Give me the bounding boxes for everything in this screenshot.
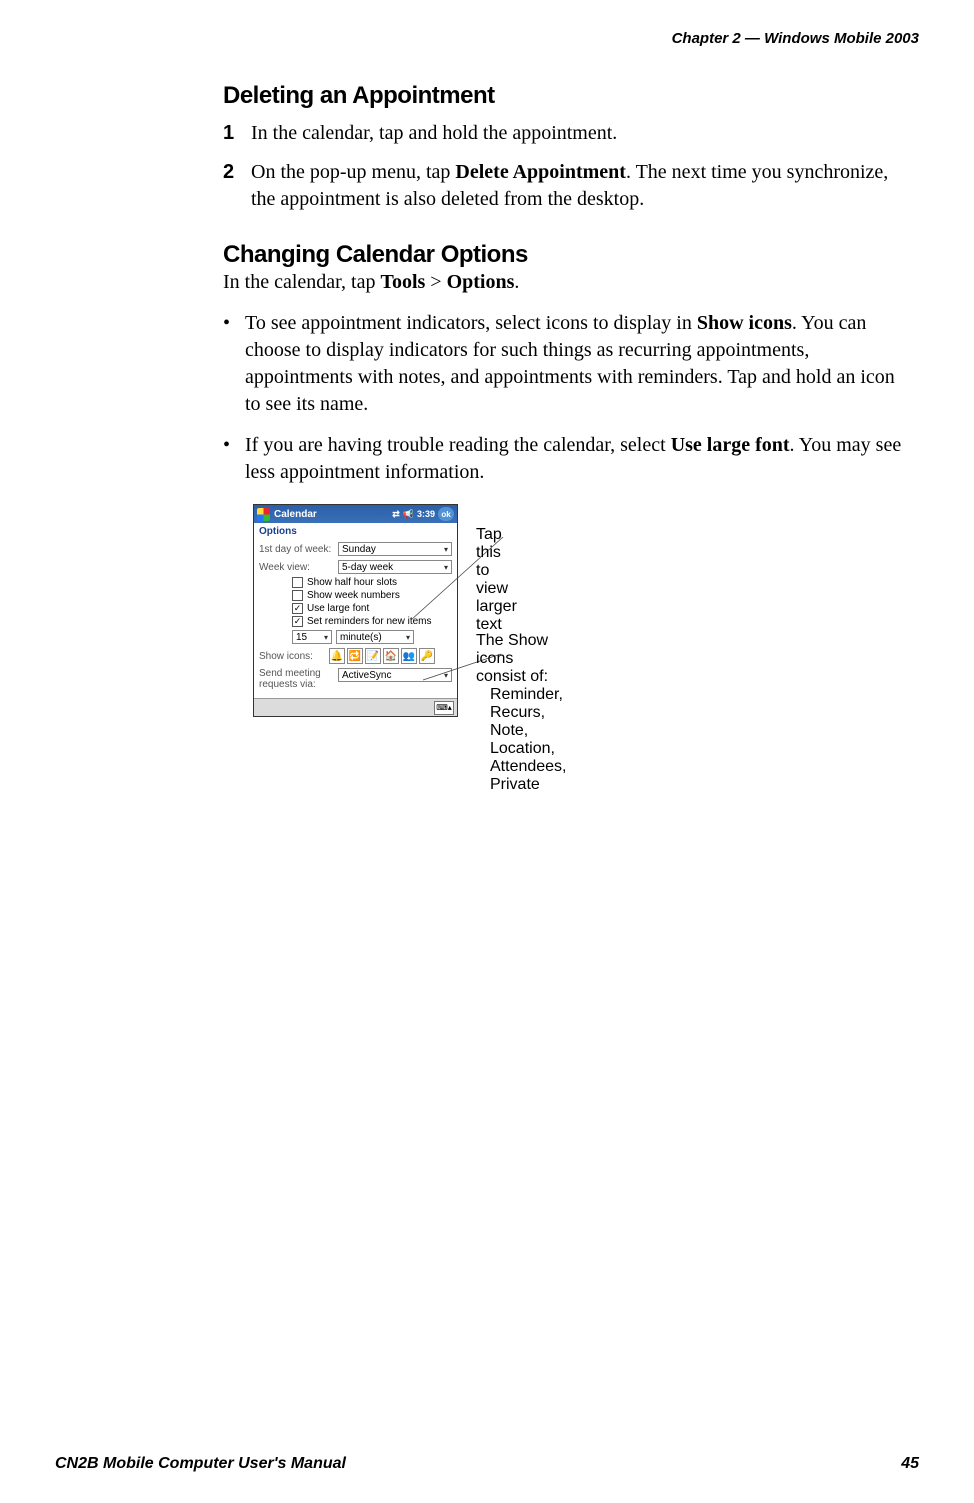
step-number: 1 [223,120,251,147]
main-content: Deleting an Appointment 1 In the calenda… [223,82,909,717]
private-icon[interactable]: 🔑 [419,648,435,664]
send-meeting-row: Send meeting requests via: ActiveSync [254,666,457,692]
footer-manual-title: CN2B Mobile Computer User's Manual [55,1455,346,1473]
text: To see appointment indicators, select ic… [245,312,697,334]
ok-button[interactable]: ok [438,507,454,521]
footer-page-number: 45 [901,1455,919,1473]
callout-line2: Reminder, Recurs, Note, Location, Attend… [490,686,567,794]
step-2: 2 On the pop-up menu, tap Delete Appoint… [223,159,909,213]
bold-term: Tools [380,271,425,293]
running-header: Chapter 2 — Windows Mobile 2003 [55,30,919,47]
callout-show-icons: The Show icons consist of: Reminder, Rec… [476,632,567,794]
callout-line1: The Show icons consist of: [476,632,567,686]
cb-large-font-row: Use large font [254,602,457,615]
text: > [425,271,446,293]
text: . [514,271,519,293]
callout-large-text: Tap this to view larger text [476,526,517,634]
send-meeting-label: Send meeting requests via: [259,668,334,690]
options-header: Options [254,523,457,540]
bullet-text: To see appointment indicators, select ic… [245,310,909,418]
week-view-label: Week view: [259,562,334,573]
reminder-icon[interactable]: 🔔 [329,648,345,664]
bullet-1: • To see appointment indicators, select … [223,310,909,418]
week-view-row: Week view: 5-day week [254,558,457,576]
device-screenshot: Calendar ⇄ 📢 3:39 ok Options 1st day of … [253,504,458,717]
bullet-marker: • [223,310,245,418]
clock[interactable]: 3:39 [417,509,435,519]
cb-label: Show half hour slots [307,577,397,588]
checkbox-week-numbers[interactable] [292,590,303,601]
first-day-dropdown[interactable]: Sunday [338,542,452,556]
cb-label: Show week numbers [307,590,400,601]
step-number: 2 [223,159,251,213]
checkbox-large-font[interactable] [292,603,303,614]
bullet-marker: • [223,432,245,486]
cb-reminders-row: Set reminders for new items [254,615,457,628]
first-day-label: 1st day of week: [259,544,334,555]
week-view-dropdown[interactable]: 5-day week [338,560,452,574]
checkbox-reminders[interactable] [292,616,303,627]
location-icon[interactable]: 🏠 [383,648,399,664]
start-icon[interactable] [257,508,270,521]
cb-label: Use large font [307,603,369,614]
connectivity-icon[interactable]: ⇄ [392,509,400,520]
checkbox-half-hour[interactable] [292,577,303,588]
figure: Calendar ⇄ 📢 3:39 ok Options 1st day of … [253,504,909,717]
send-meeting-dropdown[interactable]: ActiveSync [338,668,452,682]
note-icon[interactable]: 📝 [365,648,381,664]
text: In the calendar, tap [223,271,380,293]
show-icons-label: Show icons: [259,651,321,662]
system-tray: ⇄ 📢 3:39 ok [392,507,454,521]
bold-term: Use large font [671,434,790,456]
intro-line: In the calendar, tap Tools > Options. [223,269,909,296]
step-text: On the pop-up menu, tap Delete Appointme… [251,159,909,213]
bold-term: Delete Appointment [455,161,626,183]
reminder-unit-dropdown[interactable]: minute(s) [336,630,414,644]
dropdown-value: ActiveSync [342,670,391,681]
app-title: Calendar [274,509,392,520]
dropdown-value: Sunday [342,544,376,555]
reminder-value-row: 15 minute(s) [254,628,457,646]
dropdown-value: minute(s) [340,632,382,643]
bold-term: Show icons [697,312,792,334]
attendees-icon[interactable]: 👥 [401,648,417,664]
text: On the pop-up menu, tap [251,161,455,183]
cb-half-hour-row: Show half hour slots [254,576,457,589]
text: If you are having trouble reading the ca… [245,434,671,456]
sip-bar: ⌨▴ [254,698,457,716]
step-1: 1 In the calendar, tap and hold the appo… [223,120,909,147]
titlebar[interactable]: Calendar ⇄ 📢 3:39 ok [254,505,457,523]
heading-deleting: Deleting an Appointment [223,82,909,110]
recurs-icon[interactable]: 🔁 [347,648,363,664]
heading-changing: Changing Calendar Options [223,241,909,269]
step-text: In the calendar, tap and hold the appoin… [251,120,909,147]
volume-icon[interactable]: 📢 [403,509,414,520]
show-icons-row: Show icons: 🔔 🔁 📝 🏠 👥 🔑 [254,646,457,666]
first-day-row: 1st day of week: Sunday [254,540,457,558]
bullet-2: • If you are having trouble reading the … [223,432,909,486]
page-footer: CN2B Mobile Computer User's Manual 45 [55,1455,919,1473]
icon-strip: 🔔 🔁 📝 🏠 👥 🔑 [329,648,435,664]
keyboard-button[interactable]: ⌨▴ [434,701,454,715]
dropdown-value: 15 [296,632,307,643]
bold-term: Options [447,271,515,293]
bullet-text: If you are having trouble reading the ca… [245,432,909,486]
reminder-value-dropdown[interactable]: 15 [292,630,332,644]
dropdown-value: 5-day week [342,562,393,573]
cb-week-numbers-row: Show week numbers [254,589,457,602]
cb-label: Set reminders for new items [307,616,432,627]
